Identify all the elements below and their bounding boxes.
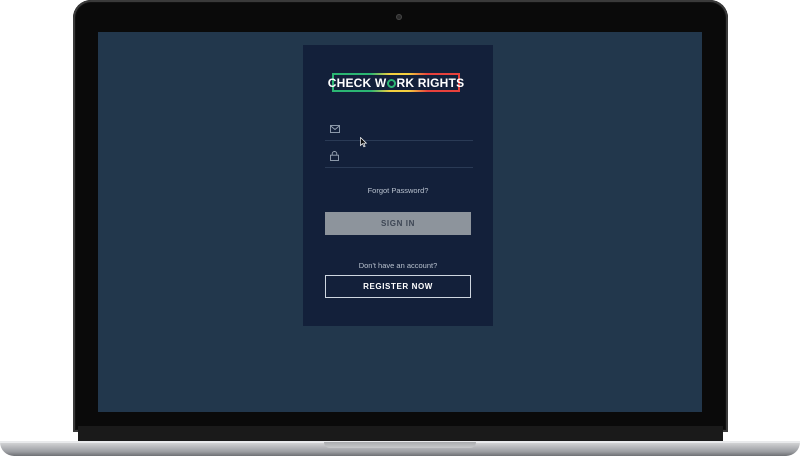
logo-check-icon bbox=[386, 78, 396, 88]
laptop-screen: CHECK W RK RIGHTS Forgot Password? SIGN I… bbox=[98, 32, 702, 412]
email-field[interactable] bbox=[325, 118, 478, 141]
sign-in-button[interactable]: SIGN IN bbox=[325, 212, 471, 235]
password-input[interactable] bbox=[345, 147, 477, 165]
no-account-text: Don't have an account? bbox=[358, 261, 438, 270]
lock-icon bbox=[330, 150, 339, 162]
laptop-chin bbox=[78, 426, 723, 442]
password-field[interactable] bbox=[325, 145, 477, 168]
mouse-cursor-icon bbox=[360, 137, 368, 148]
logo-text: CHECK W RK RIGHTS bbox=[327, 75, 465, 90]
login-card: CHECK W RK RIGHTS Forgot Password? SIGN I… bbox=[303, 45, 493, 326]
email-input[interactable] bbox=[346, 120, 478, 138]
camera-icon bbox=[396, 14, 402, 20]
laptop-notch bbox=[324, 442, 476, 448]
app-logo: CHECK W RK RIGHTS bbox=[328, 73, 464, 92]
mail-icon bbox=[330, 123, 340, 135]
forgot-password-link[interactable]: Forgot Password? bbox=[303, 186, 493, 195]
register-now-button[interactable]: REGISTER NOW bbox=[325, 275, 471, 298]
